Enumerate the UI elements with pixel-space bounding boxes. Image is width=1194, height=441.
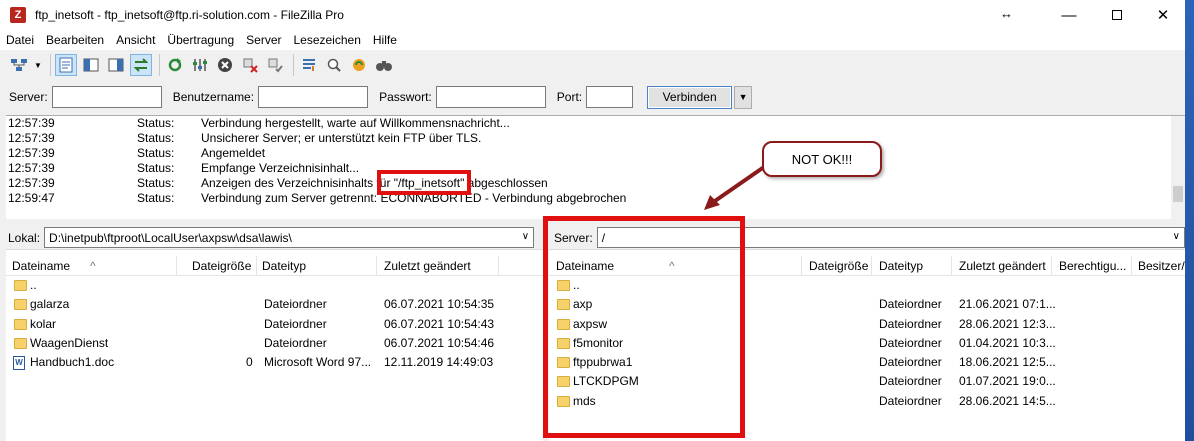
annotation-callout: NOT OK!!!: [762, 141, 882, 177]
password-input[interactable]: [435, 86, 546, 108]
local-pathbar: Lokal: D:\inetpub\ftproot\LocalUser\axps…: [6, 226, 543, 250]
chevron-down-icon: ▼: [738, 92, 748, 102]
local-path-combo[interactable]: D:\inetpub\ftproot\LocalUser\axpsw\dsa\l…: [44, 227, 535, 248]
window-title: ftp_inetsoft - ftp_inetsoft@ftp.ri-solut…: [35, 8, 344, 22]
refresh-icon[interactable]: [164, 54, 186, 76]
search-icon[interactable]: [373, 54, 395, 76]
filezilla-app-icon: Z: [10, 7, 26, 23]
reconnect-icon[interactable]: [264, 54, 286, 76]
menu-server[interactable]: Server: [240, 33, 287, 47]
menu-bearbeiten[interactable]: Bearbeiten: [40, 33, 110, 47]
quickconnect-bar: Server: Benutzername: Passwort: Port: Ve…: [0, 82, 1185, 112]
toolbar-separator: [293, 54, 294, 76]
disconnect-icon[interactable]: [239, 54, 261, 76]
annotation-arrow-icon: [704, 165, 766, 210]
local-row-kolar[interactable]: kolar Dateiordner 06.07.2021 10:54:43: [6, 315, 543, 334]
log-row: 12:57:39 Status: Anzeigen des Verzeichnisi…: [8, 176, 548, 190]
toggle-local-tree-icon[interactable]: [80, 54, 102, 76]
server-input[interactable]: [51, 86, 162, 108]
log-row: 12:59:47 Status: Verbindung zum Server get…: [8, 191, 627, 205]
local-row-waagendienst[interactable]: WaagenDienst Dateiordner 06.07.2021 10:5…: [6, 334, 543, 353]
local-row-handbuch[interactable]: W Handbuch1.doc 0 Microsoft Word 97... 1…: [6, 353, 543, 372]
port-input[interactable]: [586, 86, 634, 108]
toolbar-separator: [50, 54, 51, 76]
username-input[interactable]: [258, 86, 369, 108]
port-label: Port:: [556, 90, 583, 104]
desktop-background-strip: [1185, 0, 1194, 441]
folder-icon: [14, 337, 27, 349]
callout-text: NOT OK!!!: [791, 151, 853, 167]
menu-lesezeichen[interactable]: Lesezeichen: [287, 33, 366, 47]
local-row-parent[interactable]: ..: [6, 276, 543, 295]
maximize-button[interactable]: [1094, 0, 1140, 30]
filter-icon[interactable]: [298, 54, 320, 76]
menu-hilfe[interactable]: Hilfe: [367, 33, 403, 47]
local-col-name[interactable]: Dateiname: [12, 259, 70, 273]
compare-icon[interactable]: [323, 54, 345, 76]
log-row: 12:57:39 Status: Empfange Verzeichnisinhal…: [8, 161, 360, 175]
local-col-type[interactable]: Dateityp: [262, 259, 306, 273]
sync-browse-icon[interactable]: [348, 54, 370, 76]
close-button[interactable]: ✕: [1140, 0, 1185, 30]
filezilla-window: Z ftp_inetsoft - ftp_inetsoft@ftp.ri-sol…: [0, 0, 1185, 441]
folder-icon: [14, 318, 27, 330]
message-log[interactable]: 12:57:39 Status: Verbindung hergestellt, w…: [6, 115, 1185, 219]
server-label: Server:: [9, 90, 48, 104]
connect-button[interactable]: Verbinden: [647, 85, 733, 109]
connect-history-dropdown[interactable]: ▼: [734, 85, 753, 109]
sort-caret-icon: ^: [90, 259, 96, 273]
toolbar: ▼: [0, 50, 1185, 80]
log-row: 12:57:39 Status: Unsicherer Server; er unt…: [8, 131, 482, 145]
toggle-queue-icon[interactable]: [130, 54, 152, 76]
toggle-remote-tree-icon[interactable]: [105, 54, 127, 76]
toolbar-separator: [159, 54, 160, 76]
menu-datei[interactable]: Datei: [0, 33, 40, 47]
local-label: Lokal:: [8, 230, 41, 245]
menu-bar: Datei Bearbeiten Ansicht Übertragung Ser…: [0, 30, 1185, 50]
toggle-log-icon[interactable]: [55, 54, 77, 76]
process-queue-icon[interactable]: [189, 54, 211, 76]
local-panel: Lokal: D:\inetpub\ftproot\LocalUser\axps…: [6, 226, 543, 441]
folder-icon: [14, 299, 27, 311]
local-col-modified[interactable]: Zuletzt geändert: [384, 259, 471, 273]
local-row-galarza[interactable]: galarza Dateiordner 06.07.2021 10:54:35: [6, 295, 543, 314]
remote-col-size[interactable]: Dateigröße: [809, 259, 868, 273]
menu-uebertragung[interactable]: Übertragung: [161, 33, 240, 47]
dropdown-icon[interactable]: ▼: [33, 54, 43, 76]
username-label: Benutzername:: [172, 90, 255, 104]
annotation-highlight-remote-list: [543, 216, 745, 438]
remote-col-permissions[interactable]: Berechtigu...: [1059, 259, 1126, 273]
folder-icon: [14, 280, 27, 291]
log-row: 12:57:39 Status: Verbindung hergestellt, w…: [8, 116, 510, 130]
local-column-header: ^ Dateiname Dateigröße Dateityp Zuletzt …: [6, 256, 543, 276]
cancel-icon[interactable]: [214, 54, 236, 76]
menu-ansicht[interactable]: Ansicht: [110, 33, 161, 47]
password-label: Passwort:: [379, 90, 432, 104]
remote-col-owner[interactable]: Besitzer/G: [1138, 259, 1185, 273]
word-document-icon: W: [13, 356, 25, 371]
annotation-highlight-path: [377, 170, 471, 195]
local-path-text: D:\inetpub\ftproot\LocalUser\axpsw\dsa\l…: [49, 230, 292, 245]
chevron-down-icon[interactable]: ∨: [522, 231, 529, 242]
log-scrollbar-thumb[interactable]: [1173, 186, 1183, 202]
site-manager-icon[interactable]: [8, 54, 30, 76]
remote-col-modified[interactable]: Zuletzt geändert: [959, 259, 1046, 273]
local-col-size[interactable]: Dateigröße: [192, 259, 251, 273]
chevron-down-icon[interactable]: ∨: [1173, 231, 1180, 242]
minimize-button[interactable]: —: [1046, 0, 1092, 30]
maximize-icon: [1112, 10, 1122, 20]
log-scrollbar[interactable]: [1171, 116, 1185, 219]
resize-cursor-icon: ↔: [1000, 6, 1013, 21]
remote-col-type[interactable]: Dateityp: [879, 259, 923, 273]
log-row: 12:57:39 Status: Angemeldet: [8, 146, 266, 160]
title-bar: Z ftp_inetsoft - ftp_inetsoft@ftp.ri-sol…: [0, 0, 1185, 30]
